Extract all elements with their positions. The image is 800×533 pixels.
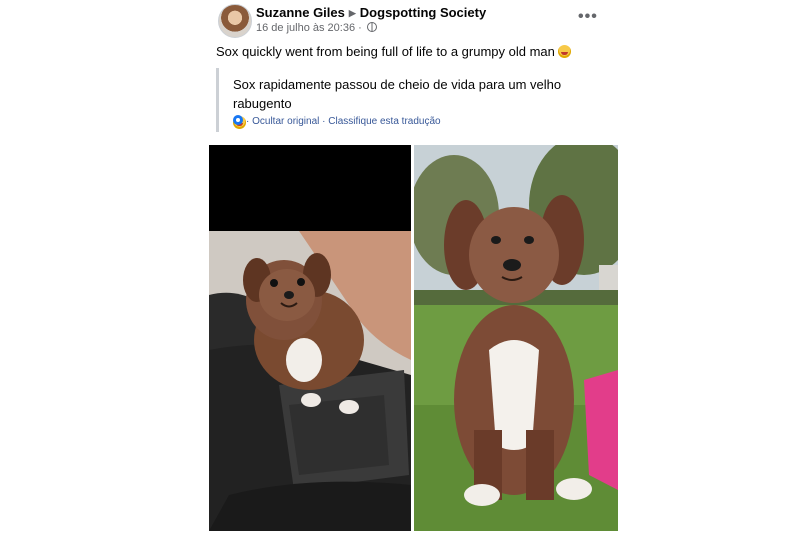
gear-icon[interactable] xyxy=(233,115,243,125)
translation-links: · Ocultar original · Classifique esta tr… xyxy=(233,115,441,127)
photo-grid xyxy=(209,145,618,531)
globe-icon xyxy=(366,22,377,32)
group-name[interactable]: Dogspotting Society xyxy=(360,5,486,20)
link-separator: · xyxy=(322,116,326,127)
more-options-button[interactable]: ••• xyxy=(578,8,598,26)
post-text: Sox quickly went from being full of life… xyxy=(216,44,571,59)
caret-right-icon: ▶ xyxy=(348,8,356,18)
author-name[interactable]: Suzanne Giles xyxy=(256,5,345,20)
puppy-photo-image xyxy=(209,145,411,531)
link-separator: · xyxy=(246,116,250,127)
photo-adult-dog[interactable] xyxy=(414,145,618,531)
post-meta: 16 de julho às 20:36 · xyxy=(256,22,377,34)
translation-text: Sox rapidamente passou de cheio de vida … xyxy=(233,77,562,111)
post-card: Suzanne Giles ▶ Dogspotting Society 16 de … xyxy=(207,0,620,533)
photo-puppy[interactable] xyxy=(209,145,411,531)
post-timestamp[interactable]: 16 de julho às 20:36 xyxy=(256,22,355,34)
rate-translation-link[interactable]: Classifique esta tradução xyxy=(328,116,440,127)
hide-original-link[interactable]: Ocultar original xyxy=(252,116,319,127)
ellipsis-icon: ••• xyxy=(578,8,598,25)
adult-dog-photo-image xyxy=(414,145,618,531)
author-avatar[interactable] xyxy=(218,4,252,38)
post-header: Suzanne Giles ▶ Dogspotting Society xyxy=(256,5,486,20)
laughing-emoji-icon xyxy=(557,45,571,58)
post-body: Sox quickly went from being full of life… xyxy=(216,44,555,59)
translation-block: Sox rapidamente passou de cheio de vida … xyxy=(216,68,609,132)
